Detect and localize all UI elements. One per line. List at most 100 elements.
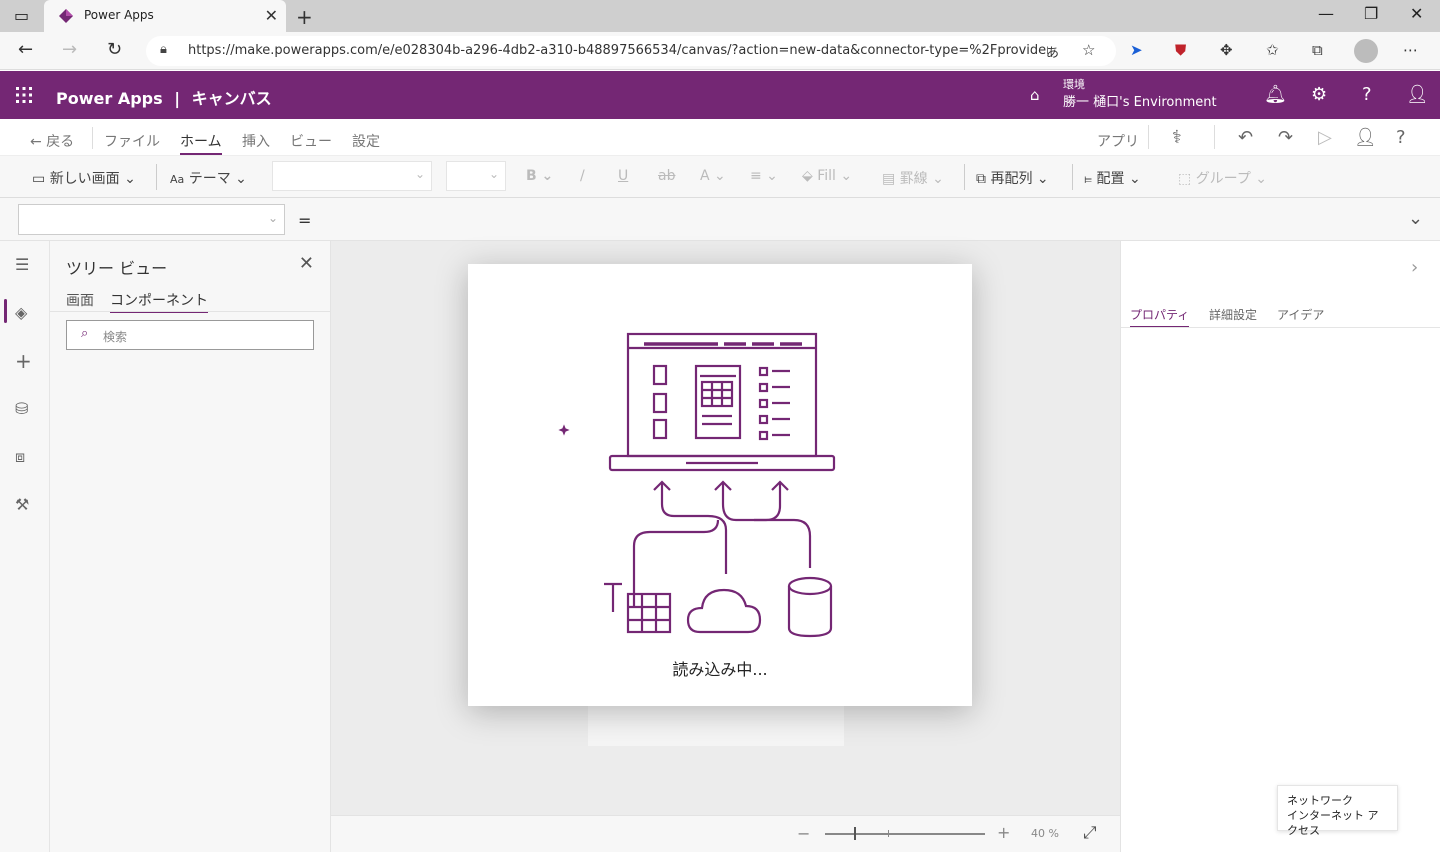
tree-search-box[interactable]: ⌕ 検索 xyxy=(66,320,314,350)
tab-properties[interactable]: プロパティ xyxy=(1130,306,1190,328)
forward-icon[interactable]: → xyxy=(62,39,77,60)
profile-avatar[interactable] xyxy=(1354,39,1378,63)
settings-gear-icon[interactable]: ⚙ xyxy=(1311,84,1327,105)
add-favorite-icon[interactable]: ☆ xyxy=(1082,41,1095,59)
fill-label: Fill xyxy=(817,168,836,184)
border-label: 罫線 xyxy=(899,171,928,187)
menu-file[interactable]: ファイル xyxy=(104,131,160,151)
app-launcher-icon[interactable] xyxy=(15,86,33,104)
share-user-icon[interactable]: 👤︎ xyxy=(1354,127,1377,148)
theme-label: テーマ xyxy=(188,171,231,187)
zoom-out-icon[interactable]: − xyxy=(797,824,810,843)
restore-icon[interactable]: ❐ xyxy=(1364,4,1378,23)
menu-settings[interactable]: 設定 xyxy=(352,131,380,151)
property-dropdown[interactable]: ⌄ xyxy=(18,204,285,235)
stethoscope-icon[interactable]: ⚕ xyxy=(1172,127,1182,148)
fit-to-window-icon[interactable]: ⤢ xyxy=(1083,823,1097,843)
tree-view-layers-icon[interactable]: ◈ xyxy=(15,303,27,322)
environment-name[interactable]: 勝一 樋口's Environment xyxy=(1063,91,1217,110)
back-button[interactable]: ← 戻る xyxy=(30,131,74,151)
back-label: 戻る xyxy=(46,134,75,150)
refresh-icon[interactable]: ↻ xyxy=(107,39,122,60)
browser-tab[interactable]: Power Apps ✕ xyxy=(44,0,286,32)
expand-panel-chevron-icon[interactable]: › xyxy=(1411,257,1418,278)
fill-button[interactable]: ⬙ Fill ⌄ xyxy=(802,168,852,184)
advanced-tools-icon[interactable]: ⚒ xyxy=(15,495,29,514)
tab-ideas[interactable]: アイデア xyxy=(1277,306,1324,323)
redo-icon[interactable]: ↷ xyxy=(1278,127,1293,148)
border-button[interactable]: ▤ 罫線 ⌄ xyxy=(882,168,944,188)
menu-view[interactable]: ビュー xyxy=(290,131,332,151)
left-rail: ☰ ◈ + ⛁ ⧈ ⚒ xyxy=(0,241,50,852)
fill-bucket-icon: ⬙ xyxy=(802,168,813,184)
extensions-icon[interactable]: ✥ xyxy=(1220,41,1233,59)
address-bar[interactable]: 🔒︎ https://make.powerapps.com/e/e028304b… xyxy=(146,36,1116,66)
close-panel-icon[interactable]: ✕ xyxy=(299,253,314,274)
zoom-in-icon[interactable]: + xyxy=(997,823,1010,842)
properties-panel: › プロパティ 詳細設定 アイデア ネットワーク インターネット アクセス xyxy=(1120,241,1440,852)
italic-button[interactable]: / xyxy=(580,168,585,184)
new-screen-button[interactable]: ▭ 新しい画面 ⌄ xyxy=(32,168,136,188)
tab-screens[interactable]: 画面 xyxy=(66,290,94,310)
menu-home[interactable]: ホーム xyxy=(180,131,222,155)
network-status-badge[interactable]: ネットワーク インターネット アクセス xyxy=(1277,785,1398,837)
new-tab-button[interactable]: + xyxy=(296,5,313,29)
group-button[interactable]: ⬚ グループ ⌄ xyxy=(1178,168,1267,188)
environment-icon: ⌂ xyxy=(1030,86,1040,104)
help-icon[interactable]: ? xyxy=(1362,84,1372,105)
extension-arrow-icon[interactable]: ➤ xyxy=(1130,41,1143,59)
back-icon[interactable]: ← xyxy=(18,39,33,60)
brand-name: Power Apps xyxy=(56,89,163,108)
tab-close-icon[interactable]: ✕ xyxy=(265,6,278,25)
bold-button[interactable]: B ⌄ xyxy=(526,168,553,184)
new-screen-icon: ▭ xyxy=(32,171,46,187)
extension-shield-icon[interactable]: ⛊ xyxy=(1175,41,1186,59)
browser-tab-bar: ▭ Power Apps ✕ + — ❐ ✕ xyxy=(0,0,1440,32)
formula-equals: = xyxy=(298,211,312,230)
notification-bell-icon[interactable]: 🔔︎ xyxy=(1264,84,1287,105)
undo-icon[interactable]: ↶ xyxy=(1238,127,1253,148)
browser-nav-bar: ← → ↻ 🔒︎ https://make.powerapps.com/e/e0… xyxy=(0,32,1440,70)
theme-button[interactable]: Aa テーマ ⌄ xyxy=(170,168,247,188)
menu-insert[interactable]: 挿入 xyxy=(242,131,270,151)
font-color-button[interactable]: A ⌄ xyxy=(700,168,726,184)
reorder-button[interactable]: ⧉ 再配列 ⌄ xyxy=(976,168,1049,188)
hamburger-menu-icon[interactable]: ☰ xyxy=(15,255,29,274)
tab-actions-icon[interactable]: ▭ xyxy=(14,6,29,25)
environment-label: 環境 xyxy=(1063,78,1085,91)
zoom-slider-thumb[interactable] xyxy=(854,827,856,840)
canvas-area[interactable]: 読み込み中... xyxy=(331,241,1120,815)
reorder-icon: ⧉ xyxy=(976,171,986,187)
align-label: 配置 xyxy=(1096,171,1125,187)
zoom-slider[interactable] xyxy=(825,827,985,840)
insert-plus-icon[interactable]: + xyxy=(15,349,32,373)
help-question-icon[interactable]: ? xyxy=(1396,127,1406,148)
brand-section: キャンバス xyxy=(191,89,272,108)
ribbon-separator-3 xyxy=(1072,164,1073,190)
strikethrough-icon[interactable]: ab xyxy=(658,168,675,184)
account-icon[interactable]: 👤︎ xyxy=(1406,84,1429,105)
app-header: Power Apps | キャンバス ⌂ 環境 勝一 樋口's Environm… xyxy=(0,71,1440,119)
zoom-slider-tick xyxy=(888,830,889,837)
close-window-icon[interactable]: ✕ xyxy=(1410,4,1423,23)
formula-bar: ⌄ = ⌄ xyxy=(0,198,1440,241)
tab-components[interactable]: コンポーネント xyxy=(110,290,208,313)
expand-formula-icon[interactable]: ⌄ xyxy=(1408,208,1423,229)
favorites-icon[interactable]: ✩ xyxy=(1266,41,1279,59)
font-size-select[interactable]: ⌄ xyxy=(446,161,506,191)
text-align-icon[interactable]: ≡ ⌄ xyxy=(750,168,778,184)
minimize-icon[interactable]: — xyxy=(1318,4,1334,23)
app-checker-label[interactable]: アプリ xyxy=(1097,131,1139,151)
media-icon[interactable]: ⧈ xyxy=(15,447,25,467)
data-cylinder-icon[interactable]: ⛁ xyxy=(15,399,28,418)
align-button[interactable]: ⫢ 配置 ⌄ xyxy=(1084,168,1141,188)
underline-button[interactable]: U xyxy=(618,168,628,184)
font-family-select[interactable]: ⌄ xyxy=(272,161,432,191)
preview-play-icon[interactable]: ▷ xyxy=(1318,127,1332,148)
chevron-down-icon: ⌄ xyxy=(488,167,499,181)
read-aloud-icon[interactable]: あ xyxy=(1046,42,1059,61)
tab-advanced[interactable]: 詳細設定 xyxy=(1209,306,1257,323)
collections-icon[interactable]: ⧉ xyxy=(1312,41,1323,59)
font-color-label: A xyxy=(700,168,710,184)
more-menu-icon[interactable]: ⋯ xyxy=(1403,41,1418,59)
